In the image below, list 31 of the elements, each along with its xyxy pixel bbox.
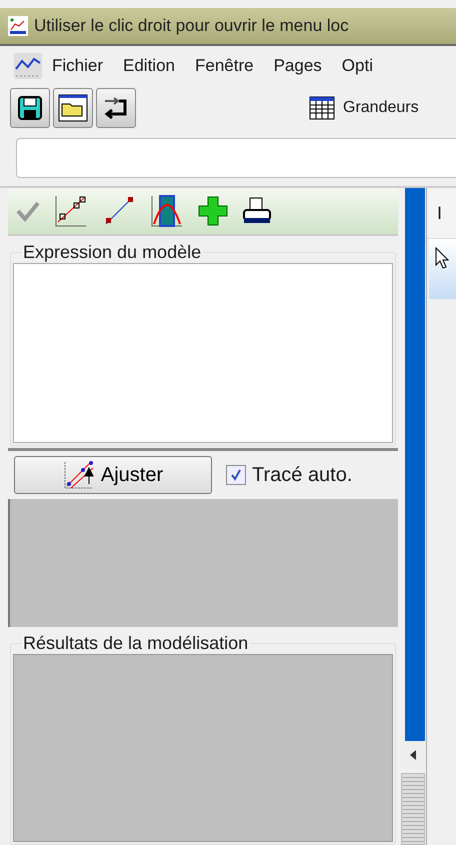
column-header[interactable]: I: [427, 188, 456, 239]
menu-item[interactable]: Fichier: [52, 56, 104, 76]
histogram-icon[interactable]: [150, 194, 184, 228]
scroll-grip[interactable]: [401, 773, 425, 845]
checkmark-icon[interactable]: [16, 200, 40, 222]
menu-item[interactable]: Fenêtre: [195, 56, 254, 76]
checkmark-icon: [229, 468, 243, 482]
printer-icon[interactable]: [242, 196, 272, 226]
scatter-fit-icon[interactable]: [54, 194, 88, 228]
expression-field[interactable]: [13, 263, 393, 443]
cursor-icon: [435, 247, 449, 269]
menu-item[interactable]: Opti: [342, 56, 373, 76]
input-field[interactable]: [16, 138, 456, 178]
group-title: Expression du modèle: [22, 242, 202, 263]
quantities-label[interactable]: Grandeurs: [343, 99, 419, 117]
checkbox[interactable]: [226, 465, 246, 485]
folder-icon: [58, 94, 88, 122]
app-icon: [8, 16, 28, 36]
left-arrow-icon: [410, 750, 416, 760]
checkbox-label[interactable]: Tracé auto.: [252, 464, 352, 486]
plus-icon[interactable]: [198, 196, 228, 226]
fit-button[interactable]: Ajuster: [14, 456, 212, 494]
open-button[interactable]: [53, 88, 93, 128]
menu-item[interactable]: Pages: [274, 56, 322, 76]
group-title: Résultats de la modélisation: [22, 633, 250, 654]
swap-button[interactable]: [96, 88, 136, 128]
window-title: Utiliser le clic droit pour ouvrir le menu loc: [34, 16, 349, 36]
fit-icon: [62, 460, 95, 490]
table-icon: [309, 96, 335, 120]
save-button[interactable]: [10, 88, 50, 128]
menu-item[interactable]: Edition: [123, 56, 175, 76]
